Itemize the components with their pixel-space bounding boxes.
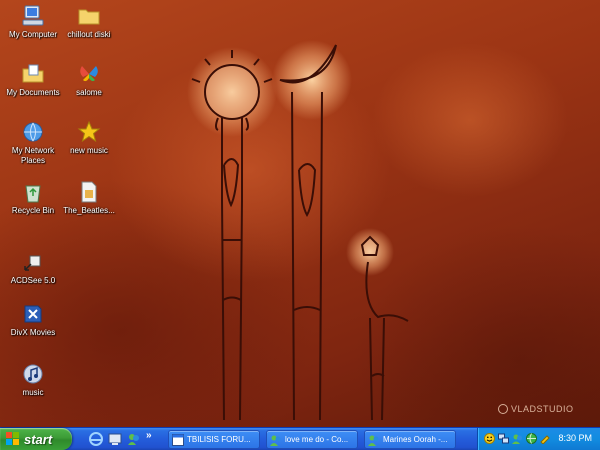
msn-butterfly-icon: [80, 66, 98, 82]
task-label: TBILISIS FORU...: [187, 435, 251, 444]
flower-figure: [346, 228, 409, 421]
internet-explorer-icon[interactable]: [88, 431, 104, 447]
task-label: love me do - Co...: [285, 435, 349, 444]
msn-chat-icon: [368, 435, 379, 446]
task-label: Marines Oorah -...: [383, 435, 448, 444]
divx-icon: [24, 305, 42, 323]
desktop-icon-divx-movies[interactable]: DivX Movies: [0, 302, 66, 338]
ie-window-icon: [172, 433, 184, 446]
tools-icon[interactable]: [540, 433, 551, 444]
start-button[interactable]: start: [0, 428, 72, 450]
taskbar-button-love-me-do[interactable]: love me do - Co...: [266, 430, 358, 449]
recycle-bin-icon: [25, 185, 41, 203]
start-label: start: [24, 431, 53, 447]
desktop-icon-new-music[interactable]: new music: [56, 120, 122, 156]
acdsee-icon: [24, 255, 41, 271]
my-documents-icon: [22, 64, 44, 83]
network-places-icon: [23, 122, 43, 142]
desktop-icon-acdsee[interactable]: ACDSee 5.0: [0, 250, 66, 286]
desktop-icon-music[interactable]: music: [0, 362, 66, 398]
moon-figure: [272, 40, 352, 421]
watermark-logo-icon: [498, 404, 508, 414]
msn-icon[interactable]: [512, 433, 523, 444]
show-desktop-icon[interactable]: [107, 431, 123, 447]
taskbar: start » TBILISIS FORU... love me do - Co…: [0, 427, 600, 450]
clock[interactable]: 8:30 PM: [558, 433, 592, 443]
quick-launch-more-button[interactable]: »: [146, 430, 152, 441]
watermark-text: VLADSTUDIO: [511, 404, 574, 414]
my-computer-icon: [22, 5, 44, 26]
globe-icon[interactable]: [526, 433, 537, 444]
taskbar-button-tbilisis-forum[interactable]: TBILISIS FORU...: [168, 430, 260, 449]
watermark: VLADSTUDIO: [498, 404, 574, 414]
star-icon: [77, 120, 101, 143]
desktop-icon-salome[interactable]: salome: [56, 62, 122, 98]
desktop-icon-the-beatles[interactable]: The_Beatles...: [56, 180, 122, 216]
sun-figure: [187, 47, 277, 421]
msn-chat-icon: [270, 435, 281, 446]
windows-flag-icon: [6, 432, 19, 445]
desktop: VLADSTUDIO My Computer chillout diski My…: [0, 0, 600, 427]
network-icon[interactable]: [498, 433, 509, 444]
music-note-icon: [23, 364, 43, 384]
system-tray: 8:30 PM: [477, 428, 600, 450]
file-icon: [81, 181, 97, 203]
taskbar-button-marines-oorah[interactable]: Marines Oorah -...: [364, 430, 456, 449]
desktop-icon-chillout-diski[interactable]: chillout diski: [56, 4, 122, 40]
messenger-icon[interactable]: [126, 431, 142, 447]
smiley-icon[interactable]: [484, 433, 495, 444]
folder-icon: [78, 9, 100, 25]
